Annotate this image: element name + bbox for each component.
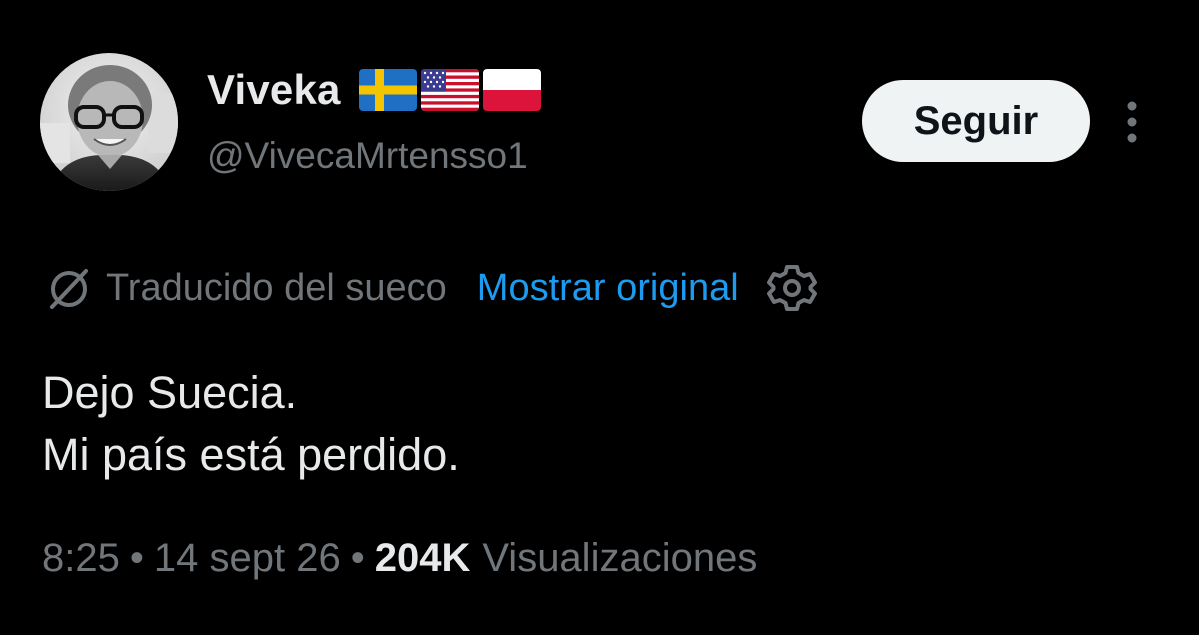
profile-photo-image	[40, 53, 178, 191]
views-label: Visualizaciones	[482, 536, 758, 580]
separator: •	[129, 536, 144, 580]
separator: •	[350, 536, 365, 580]
flags	[358, 69, 541, 111]
tweet-line: Dejo Suecia.	[42, 367, 298, 418]
user-handle[interactable]: @VivecaMrtensso1	[207, 135, 528, 177]
usa-flag-icon	[420, 69, 479, 111]
views-count: 204K	[374, 536, 471, 580]
more-options-button[interactable]	[1112, 96, 1152, 148]
translate-globe-icon	[50, 269, 88, 309]
tweet-text: Dejo Suecia. Mi país está perdido.	[42, 362, 460, 486]
tweet-card: Viveka @VivecaMrtensso1 Seguir Traducido…	[0, 0, 1199, 635]
translated-from-label: Traducido del sueco	[106, 266, 447, 309]
tweet-line: Mi país está perdido.	[42, 429, 460, 480]
poland-flag-icon	[482, 69, 541, 111]
tweet-meta: 8:25 • 14 sept 26 • 204K Visualizaciones	[42, 536, 757, 581]
display-name[interactable]: Viveka	[207, 66, 341, 114]
sweden-flag-icon	[358, 69, 417, 111]
gear-icon[interactable]	[765, 261, 819, 315]
more-vertical-icon	[1127, 101, 1137, 143]
show-original-link[interactable]: Mostrar original	[477, 267, 739, 310]
tweet-time[interactable]: 8:25	[42, 536, 120, 581]
display-name-row[interactable]: Viveka	[207, 62, 541, 118]
translation-row: Traducido del sueco Mostrar original	[44, 258, 819, 318]
avatar[interactable]	[40, 53, 178, 191]
tweet-date[interactable]: 14 sept 26	[154, 536, 341, 581]
follow-button[interactable]: Seguir	[862, 80, 1090, 162]
